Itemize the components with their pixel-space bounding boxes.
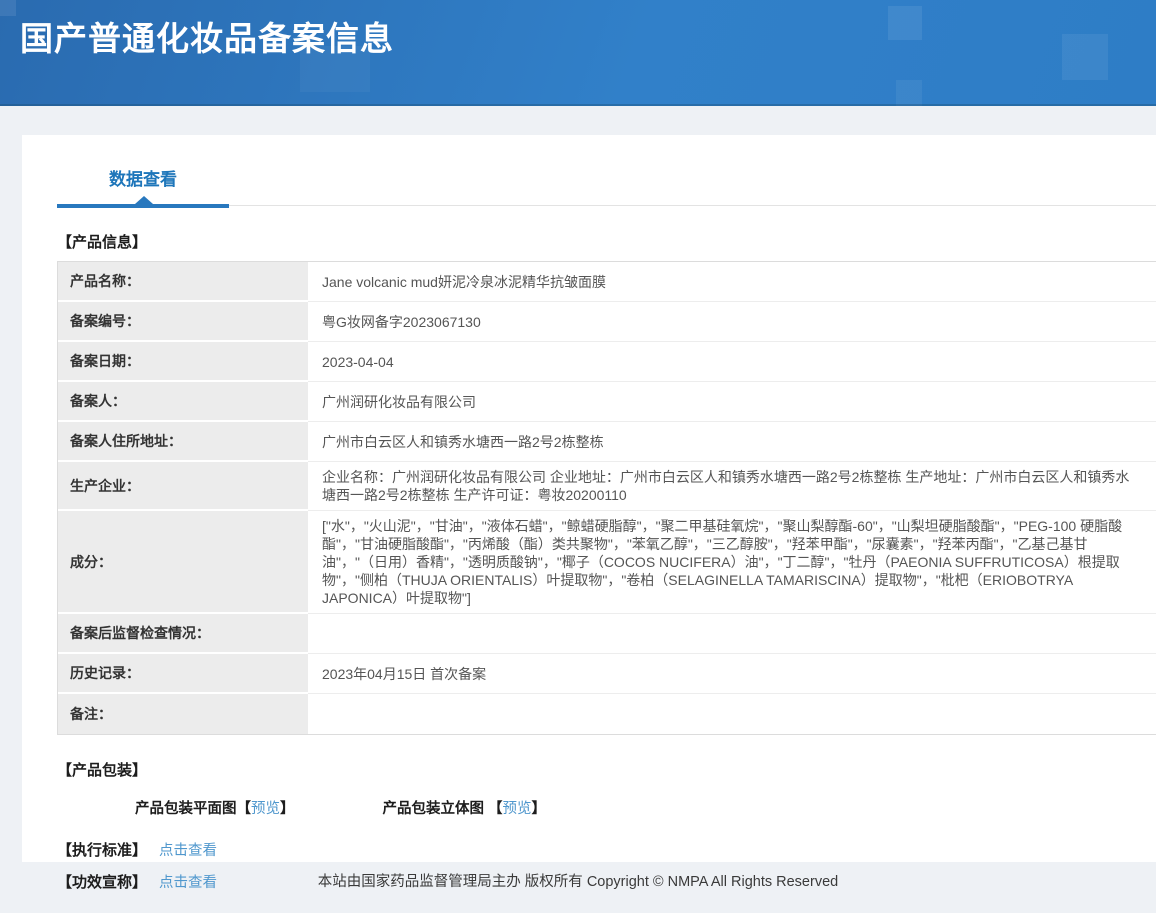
packaging-plan-preview-link[interactable]: 预览 [251, 801, 280, 817]
standard-heading: 【执行标准】 [57, 839, 147, 860]
row-label: 历史记录： [58, 654, 308, 694]
header-decoration [0, 0, 16, 16]
row-value: 2023年04月15日 首次备案 [308, 654, 1156, 694]
standard-row: 【执行标准】 点击查看 [57, 839, 1156, 860]
header-decoration [1062, 34, 1108, 80]
row-value [308, 694, 1156, 734]
table-row: 备案编号： 粤G妆网备字2023067130 [58, 302, 1156, 342]
row-value: 广州市白云区人和镇秀水塘西一路2号2栋整栋 [308, 422, 1156, 462]
packaging-plan-item: 产品包装平面图【预览】 [135, 797, 295, 818]
row-value: Jane volcanic mud妍泥冷泉冰泥精华抗皱面膜 [308, 262, 1156, 302]
tab-active-caret-icon [135, 196, 153, 204]
footer-copyright: 本站由国家药品监督管理局主办 版权所有 Copyright © NMPA All… [0, 870, 1156, 891]
row-label: 备案日期： [58, 342, 308, 382]
row-value: ["水"，"火山泥"，"甘油"，"液体石蜡"，"鲸蜡硬脂醇"，"聚二甲基硅氧烷"… [308, 511, 1156, 614]
table-row: 备案后监督检查情况： [58, 614, 1156, 654]
header-decoration [896, 80, 922, 106]
header-decoration [888, 6, 922, 40]
packaging-3d-label: 产品包装立体图 【 [383, 801, 503, 817]
table-row: 历史记录： 2023年04月15日 首次备案 [58, 654, 1156, 694]
row-value: 企业名称：广州润研化妆品有限公司 企业地址：广州市白云区人和镇秀水塘西一路2号2… [308, 462, 1156, 511]
packaging-plan-label: 产品包装平面图【 [135, 801, 251, 817]
row-label: 产品名称： [58, 262, 308, 302]
row-label: 成分： [58, 511, 308, 614]
product-info-table: 产品名称： Jane volcanic mud妍泥冷泉冰泥精华抗皱面膜 备案编号… [57, 261, 1156, 735]
table-row: 备案日期： 2023-04-04 [58, 342, 1156, 382]
row-label: 备案编号： [58, 302, 308, 342]
row-value: 2023-04-04 [308, 342, 1156, 382]
packaging-heading: 【产品包装】 [57, 759, 1156, 780]
page-header: 国产普通化妆品备案信息 [0, 0, 1156, 106]
packaging-3d-item: 产品包装立体图 【预览】 [383, 797, 547, 818]
table-row: 产品名称： Jane volcanic mud妍泥冷泉冰泥精华抗皱面膜 [58, 262, 1156, 302]
standard-view-link[interactable]: 点击查看 [159, 839, 217, 860]
packaging-3d-preview-link[interactable]: 预览 [503, 801, 532, 817]
row-value: 广州润研化妆品有限公司 [308, 382, 1156, 422]
table-row: 备案人住所地址： 广州市白云区人和镇秀水塘西一路2号2栋整栋 [58, 422, 1156, 462]
packaging-row: 产品包装平面图【预览】 产品包装立体图 【预览】 [57, 797, 1156, 818]
row-label: 生产企业： [58, 462, 308, 511]
row-label: 备案人： [58, 382, 308, 422]
table-row: 备案人： 广州润研化妆品有限公司 [58, 382, 1156, 422]
table-row: 生产企业： 企业名称：广州润研化妆品有限公司 企业地址：广州市白云区人和镇秀水塘… [58, 462, 1156, 511]
tab-active-underline [57, 204, 229, 208]
page-title: 国产普通化妆品备案信息 [20, 12, 394, 60]
content-card: 数据查看 【产品信息】 产品名称： Jane volcanic mud妍泥冷泉冰… [22, 135, 1156, 862]
row-label: 备案人住所地址： [58, 422, 308, 462]
bracket-close: 】 [280, 801, 295, 817]
row-label: 备注： [58, 694, 308, 734]
row-value: 粤G妆网备字2023067130 [308, 302, 1156, 342]
table-row: 成分： ["水"，"火山泥"，"甘油"，"液体石蜡"，"鲸蜡硬脂醇"，"聚二甲基… [58, 511, 1156, 614]
bracket-close: 】 [532, 801, 547, 817]
product-info-heading: 【产品信息】 [57, 231, 1156, 252]
row-value [308, 614, 1156, 654]
row-label: 备案后监督检查情况： [58, 614, 308, 654]
table-row: 备注： [58, 694, 1156, 734]
tab-bar: 数据查看 [57, 135, 1156, 209]
